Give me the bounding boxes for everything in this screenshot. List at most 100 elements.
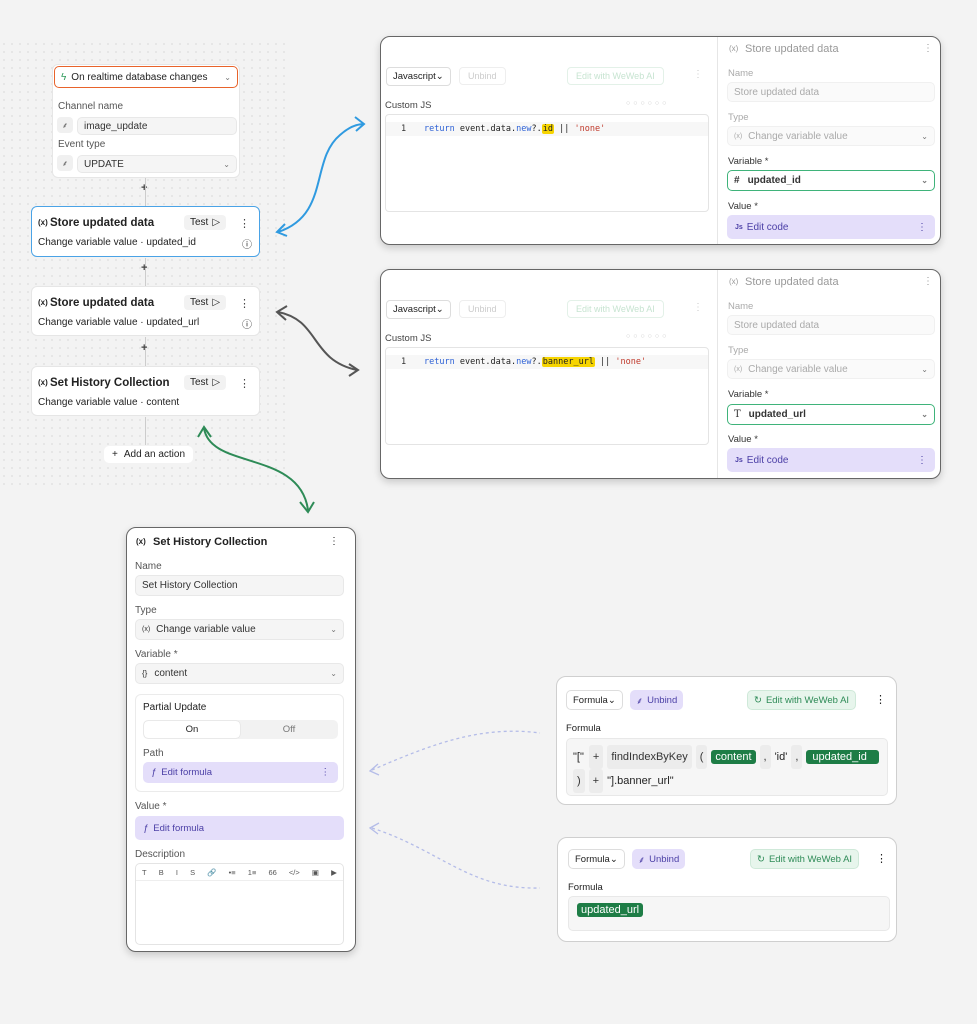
code-text: event.data.: [454, 357, 517, 367]
line-number: 1: [401, 357, 407, 367]
edit-ai-button[interactable]: Edit with WeWeb AI: [567, 300, 664, 318]
language-select[interactable]: Javascript⌄: [386, 67, 451, 86]
formula-editor[interactable]: updated_url: [568, 896, 890, 931]
type-select[interactable]: (x) Change variable value ⌄: [727, 359, 935, 379]
chevron-down-icon: ⌄: [921, 176, 928, 185]
variable-tag-updated-id[interactable]: updated_id: [806, 750, 879, 764]
side-title: Store updated data: [745, 43, 839, 55]
toggle-on[interactable]: On: [144, 721, 240, 738]
green-arrow: [203, 427, 309, 511]
gray-arrow: [277, 311, 358, 371]
operator-token: +: [588, 769, 604, 793]
path-label: Path: [143, 748, 164, 759]
more-options-icon[interactable]: ⋮: [876, 852, 887, 865]
more-options-icon[interactable]: ⋮: [917, 222, 927, 233]
formula-mode-select[interactable]: Formula ⌄: [568, 849, 625, 869]
value-label: Value *: [135, 801, 167, 812]
code-editor[interactable]: 1 return event.data.new?.id || 'none': [385, 114, 709, 212]
strikethrough-icon[interactable]: S: [190, 868, 195, 877]
video-icon[interactable]: ▶: [331, 868, 337, 877]
variable-tag-updated-url[interactable]: updated_url: [577, 903, 644, 917]
edit-formula-label: Edit formula: [161, 767, 212, 778]
edit-code-button[interactable]: Js Edit code ⋮: [727, 215, 935, 239]
formula-mode-select[interactable]: Formula ⌄: [566, 690, 623, 710]
type-select[interactable]: (x) Change variable value ⌄: [135, 619, 344, 640]
partial-update-label: Partial Update: [143, 702, 207, 713]
code-or: ||: [554, 124, 575, 134]
toggle-off[interactable]: Off: [241, 721, 337, 738]
more-options-icon[interactable]: ⋮: [321, 767, 331, 778]
chevron-down-icon: ⌄: [921, 410, 928, 419]
code-editor[interactable]: 1 return event.data.new?.banner_url || '…: [385, 347, 709, 445]
code-keyword: return: [424, 124, 455, 134]
edit-ai-button[interactable]: ↻ Edit with WeWeb AI: [750, 849, 860, 869]
unbind-button[interactable]: ⸙ Unbind: [630, 690, 684, 710]
type-label: Type: [135, 605, 157, 616]
code-panel-updated-id: Javascript⌄ Unbind Edit with WeWeb AI ⋮ …: [380, 36, 941, 245]
code-optional: ?.: [531, 124, 542, 134]
on-off-toggle[interactable]: On Off: [143, 720, 338, 739]
formula-card-path: Formula ⌄ ⸙ Unbind ↻ Edit with WeWeb AI ⋮ F…: [556, 676, 897, 805]
js-icon: Js: [735, 456, 743, 464]
code-icon[interactable]: </>: [289, 868, 300, 877]
more-options-icon[interactable]: ⋮: [923, 276, 933, 287]
unbind-icon: ⸙: [638, 854, 646, 866]
type-select[interactable]: (x) Change variable value ⌄: [727, 126, 935, 146]
more-options-icon[interactable]: ⋮: [693, 69, 703, 80]
edit-formula-label: Edit formula: [153, 822, 204, 834]
variable-label: Variable *: [135, 649, 178, 660]
custom-js-label: Custom JS: [385, 100, 432, 111]
editor-toolbar: ○○○○○○: [626, 333, 670, 340]
refresh-icon: ↻: [757, 853, 765, 865]
variable-select[interactable]: # updated_id ⌄: [727, 170, 935, 191]
variable-select[interactable]: {} content ⌄: [135, 663, 344, 684]
more-options-icon[interactable]: ⋮: [875, 693, 886, 706]
history-panel: (x) Set History Collection ⋮ Name Set Hi…: [126, 527, 356, 952]
path-formula-button[interactable]: ƒ Edit formula ⋮: [143, 762, 338, 783]
edit-ai-label: Edit with WeWeb AI: [576, 71, 655, 81]
text-icon[interactable]: T: [142, 868, 147, 877]
formula-editor[interactable]: "[" + findIndexByKey(content,'id', updated_…: [566, 738, 888, 796]
edit-ai-button[interactable]: ↻ Edit with WeWeb AI: [747, 690, 857, 710]
unbind-button[interactable]: Unbind: [459, 300, 506, 318]
edit-ai-button[interactable]: Edit with WeWeb AI: [567, 67, 664, 85]
comma-token: ,: [759, 745, 771, 769]
italic-icon[interactable]: I: [176, 868, 178, 877]
object-icon: {}: [142, 669, 148, 678]
value-label: Value *: [728, 434, 758, 445]
code-keyword: return: [424, 357, 455, 367]
name-value: Store updated data: [734, 86, 820, 98]
chevron-down-icon: ⌄: [607, 694, 616, 706]
bullet-list-icon[interactable]: •≡: [229, 868, 236, 877]
function-token: findIndexByKey: [607, 745, 692, 769]
sidebar-divider: [717, 37, 718, 244]
code-new: new: [516, 124, 532, 134]
variable-tag-content[interactable]: content: [711, 750, 756, 764]
refresh-icon: ↻: [754, 694, 762, 706]
edit-code-button[interactable]: Js Edit code ⋮: [727, 448, 935, 472]
name-field[interactable]: Store updated data: [727, 315, 935, 335]
variable-icon: (x): [136, 537, 146, 546]
value-formula-button[interactable]: ƒ Edit formula: [135, 816, 344, 840]
unbind-button[interactable]: ⸙ Unbind: [632, 849, 686, 869]
quote-icon[interactable]: 66: [268, 868, 276, 877]
image-icon[interactable]: ▣: [312, 868, 319, 877]
variable-value: updated_url: [748, 409, 806, 420]
description-editor[interactable]: T B I S 🔗 •≡ 1≡ 66 </> ▣ ▶: [135, 863, 344, 945]
name-field[interactable]: Set History Collection: [135, 575, 344, 596]
bold-icon[interactable]: B: [159, 868, 164, 877]
panel-title: Set History Collection: [153, 536, 268, 548]
more-options-icon[interactable]: ⋮: [923, 43, 933, 54]
number-icon: #: [734, 175, 740, 186]
more-options-icon[interactable]: ⋮: [917, 455, 927, 466]
link-icon[interactable]: 🔗: [207, 868, 216, 877]
numbered-list-icon[interactable]: 1≡: [248, 868, 257, 877]
variable-label: Variable *: [728, 389, 769, 400]
variable-select[interactable]: Tupdated_url ⌄: [727, 404, 935, 425]
more-options-icon[interactable]: ⋮: [693, 302, 703, 313]
unbind-button[interactable]: Unbind: [459, 67, 506, 85]
more-options-icon[interactable]: ⋮: [329, 536, 339, 547]
name-field[interactable]: Store updated data: [727, 82, 935, 102]
mode-value: Formula: [575, 853, 610, 865]
language-select[interactable]: Javascript⌄: [386, 300, 451, 319]
